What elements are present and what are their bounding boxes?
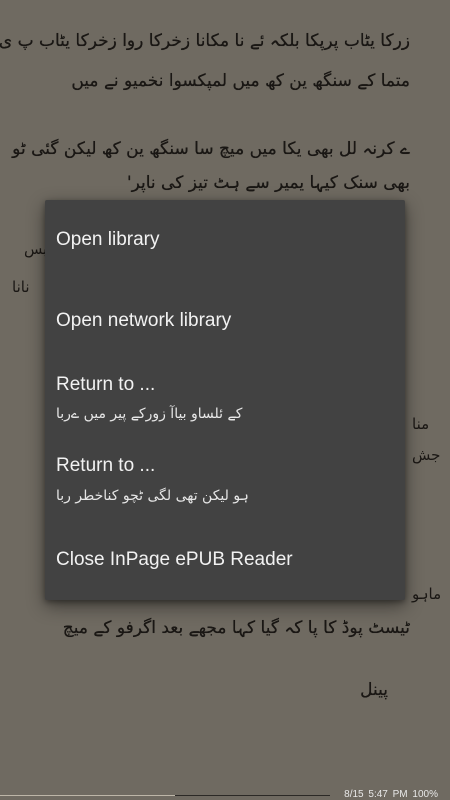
menu-item-subtitle: کے ئلساو بیاآ زورکے پیر میں ےربا [56,406,243,422]
menu-item-title: Return to ... [56,374,156,395]
book-text-line: پینل [360,680,388,700]
book-text-fragment: بس [24,240,48,258]
clock: 5:47 PM [368,789,408,800]
book-text-fragment: جش [412,446,441,464]
status-text: 8/15 5:47 PM 100% [344,789,438,800]
battery-level: 100% [412,789,438,800]
book-text-line: متما کے سنگھ ین کھ میں لمپکسوا نخمیو نے … [71,71,410,91]
page-indicator: 8/15 [344,789,364,800]
book-text-fragment: نانا [12,278,30,296]
reader-context-menu: Open library Open network library Return… [45,200,405,600]
book-text-line: ٹیسٹ پوڈ کا پا کہ گیا کہا مجھے بعد اگرفو… [62,618,410,638]
menu-item-subtitle: ہو لیکن تھی لگی ٹچو کناخطر ربا [56,488,249,504]
reading-progress-fill [0,795,175,796]
menu-item-title: Return to ... [56,455,156,476]
book-text-line: بھی سنک کیہا یمیر سے ہٹ تیز کی ناپر' [126,173,410,193]
book-text-line: زرکا یٹاب پرپکا بلکہ ئے نا مکانا زخرکا ر… [0,31,410,51]
menu-item-close-reader[interactable]: Close InPage ePUB Reader [45,520,405,600]
menu-item-return-to-2[interactable]: Return to ... ہو لیکن تھی لگی ٹچو کناخطر… [45,440,405,520]
book-text-fragment: ماہو [412,585,442,603]
book-text-line: ے کرنہ لل بھی یکا میں میچ سا سنگھ ین کھ … [12,139,410,159]
status-bar: 8/15 5:47 PM 100% [0,789,450,800]
menu-item-return-to-1[interactable]: Return to ... کے ئلساو بیاآ زورکے پیر می… [45,360,405,440]
menu-item-title: Open network library [56,310,232,331]
menu-item-title: Close InPage ePUB Reader [56,549,293,570]
menu-item-open-library[interactable]: Open library [45,200,405,280]
menu-item-title: Open library [56,229,160,250]
book-text-fragment: منا [412,415,430,433]
reading-progress-bar [0,795,330,796]
menu-item-open-network-library[interactable]: Open network library [45,280,405,360]
